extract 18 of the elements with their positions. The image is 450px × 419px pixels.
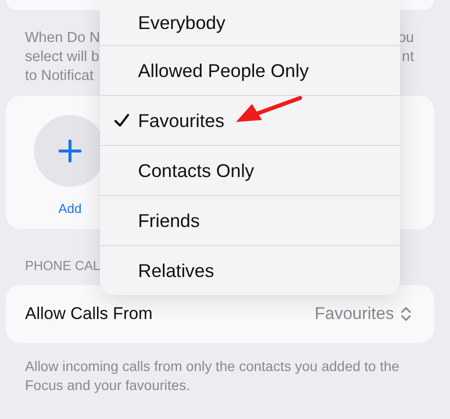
plus-icon [58, 139, 82, 163]
checkmark-icon [114, 113, 130, 128]
note-text: select will b [25, 48, 100, 67]
menu-item[interactable]: Allowed People Only [100, 45, 400, 95]
menu-item[interactable]: Friends [100, 195, 400, 245]
note-text: to Notificat [25, 67, 94, 86]
row-value: Favourites [314, 304, 394, 324]
menu-item[interactable]: Relatives [100, 245, 400, 295]
menu-item[interactable]: Contacts Only [100, 145, 400, 195]
footer-text: Allow incoming calls from only the contacts you added to the Focus and your favourites. [25, 357, 400, 395]
chevron-updown-icon [400, 306, 412, 322]
annotation-arrow [236, 96, 302, 122]
note-text: When Do N [25, 29, 100, 48]
section-header: PHONE CAL [25, 258, 100, 273]
note-text: nt [402, 48, 414, 67]
menu-item[interactable]: Everybody [100, 0, 400, 45]
row-label: Allow Calls From [25, 304, 153, 324]
add-label: Add [57, 201, 83, 216]
